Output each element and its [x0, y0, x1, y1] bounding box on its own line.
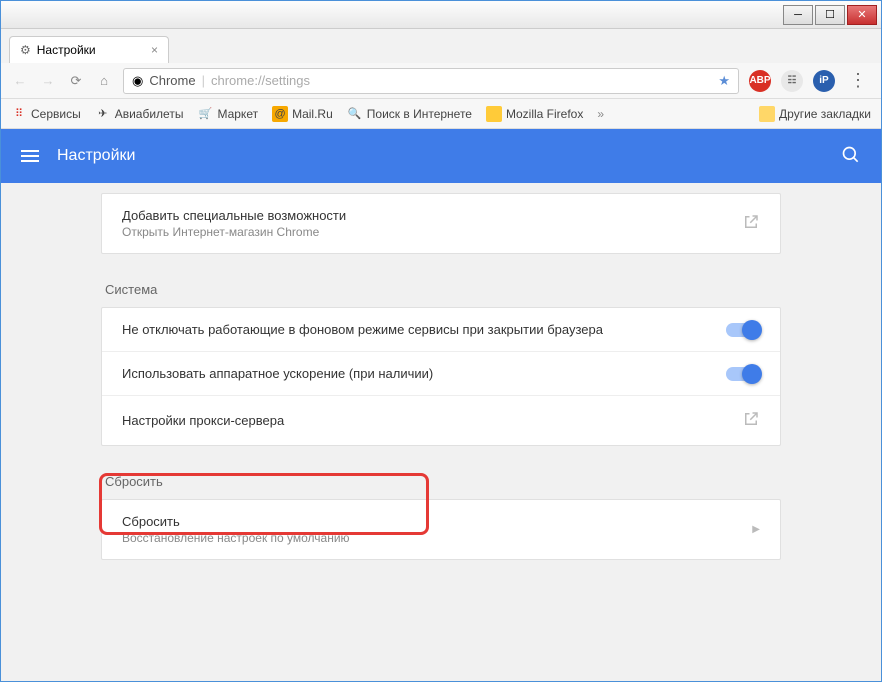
external-link-icon — [742, 410, 760, 431]
accessibility-row[interactable]: Добавить специальные возможности Открыть… — [102, 194, 780, 253]
minimize-button[interactable]: ─ — [783, 5, 813, 25]
background-apps-label: Не отключать работающие в фоновом режиме… — [122, 322, 726, 337]
mail-icon: @ — [272, 106, 288, 122]
maximize-button[interactable]: ☐ — [815, 5, 845, 25]
background-apps-row[interactable]: Не отключать работающие в фоновом режиме… — [102, 308, 780, 351]
close-tab-icon[interactable]: × — [151, 43, 158, 57]
forward-button[interactable]: → — [39, 72, 57, 90]
bookmark-aviatickets[interactable]: ✈Авиабилеты — [95, 106, 184, 122]
proxy-label: Настройки прокси-сервера — [122, 413, 742, 428]
search-bm-icon: 🔍 — [347, 106, 363, 122]
bookmarks-overflow-button[interactable]: » — [597, 107, 604, 121]
reset-subtitle: Восстановление настроек по умолчанию — [122, 531, 752, 545]
reset-row[interactable]: Сбросить Восстановление настроек по умол… — [102, 500, 780, 559]
address-bar[interactable]: ◉ Chrome | chrome://settings ★ — [123, 68, 739, 94]
reset-card: Сбросить Восстановление настроек по умол… — [101, 499, 781, 560]
omnibox-label: Chrome — [149, 73, 195, 88]
accessibility-card: Добавить специальные возможности Открыть… — [101, 193, 781, 254]
folder-icon — [759, 106, 775, 122]
page-content: Настройки Добавить специальные возможнос… — [1, 129, 881, 681]
bookmark-services[interactable]: ⠿Сервисы — [11, 106, 81, 122]
reset-title: Сбросить — [122, 514, 752, 529]
close-window-button[interactable]: ✕ — [847, 5, 877, 25]
bookmarks-bar: ⠿Сервисы ✈Авиабилеты 🛒Маркет @Mail.Ru 🔍П… — [1, 99, 881, 129]
extension-abp-icon[interactable]: ABP — [749, 70, 771, 92]
browser-window: ─ ☐ ✕ ⚙ Настройки × ← → ⟳ ⌂ ◉ Chrome | c… — [0, 0, 882, 682]
search-icon[interactable] — [841, 145, 861, 168]
gear-icon: ⚙ — [20, 43, 31, 57]
bookmark-star-icon[interactable]: ★ — [718, 73, 730, 89]
toolbar: ← → ⟳ ⌂ ◉ Chrome | chrome://settings ★ A… — [1, 63, 881, 99]
system-card: Не отключать работающие в фоновом режиме… — [101, 307, 781, 446]
bookmark-firefox[interactable]: Mozilla Firefox — [486, 106, 583, 122]
proxy-row[interactable]: Настройки прокси-сервера — [102, 395, 780, 445]
omnibox-url: chrome://settings — [211, 73, 310, 88]
plane-icon: ✈ — [95, 106, 111, 122]
chrome-icon: ◉ — [132, 73, 143, 89]
extension-ip-icon[interactable]: iP — [813, 70, 835, 92]
bookmark-mailru[interactable]: @Mail.Ru — [272, 106, 333, 122]
settings-body[interactable]: Добавить специальные возможности Открыть… — [1, 183, 881, 681]
tab-strip: ⚙ Настройки × — [1, 29, 881, 63]
tab-settings[interactable]: ⚙ Настройки × — [9, 36, 169, 63]
background-apps-toggle[interactable] — [726, 323, 760, 337]
other-bookmarks-button[interactable]: Другие закладки — [759, 106, 871, 122]
external-link-icon — [742, 213, 760, 234]
menu-icon[interactable] — [21, 147, 39, 165]
section-reset-title: Сбросить — [101, 450, 781, 499]
extension-icon[interactable]: ☷ — [781, 70, 803, 92]
accessibility-title: Добавить специальные возможности — [122, 208, 742, 223]
back-button[interactable]: ← — [11, 72, 29, 90]
section-system-title: Система — [101, 258, 781, 307]
bookmark-market[interactable]: 🛒Маркет — [197, 106, 258, 122]
home-button[interactable]: ⌂ — [95, 72, 113, 90]
apps-icon: ⠿ — [11, 106, 27, 122]
hardware-accel-row[interactable]: Использовать аппаратное ускорение (при н… — [102, 351, 780, 395]
hardware-accel-toggle[interactable] — [726, 367, 760, 381]
cart-icon: 🛒 — [197, 106, 213, 122]
window-titlebar: ─ ☐ ✕ — [1, 1, 881, 29]
settings-header: Настройки — [1, 129, 881, 183]
firefox-icon — [486, 106, 502, 122]
accessibility-subtitle: Открыть Интернет-магазин Chrome — [122, 225, 742, 239]
chevron-right-icon: ▶ — [752, 524, 760, 535]
bookmark-search[interactable]: 🔍Поиск в Интернете — [347, 106, 472, 122]
tab-title: Настройки — [37, 43, 96, 57]
hardware-accel-label: Использовать аппаратное ускорение (при н… — [122, 366, 726, 381]
page-title: Настройки — [57, 147, 823, 165]
reload-button[interactable]: ⟳ — [67, 72, 85, 90]
browser-menu-button[interactable]: ⋮ — [845, 70, 871, 91]
